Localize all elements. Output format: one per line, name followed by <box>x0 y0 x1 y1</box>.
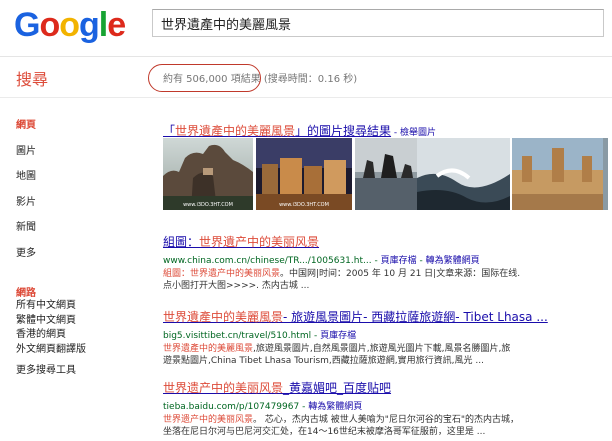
nav-item-4[interactable]: 新聞 <box>16 222 146 248</box>
nav-sub-list: 所有中文網頁 繁體中文網頁 香港的網頁 外文網頁翻譯版 更多搜尋工具 <box>16 299 146 379</box>
nav-item-2[interactable]: 地圖 <box>16 171 146 197</box>
report-images-link[interactable]: - 檢舉圖片 <box>391 128 436 138</box>
result-title-part: - 旅遊風景圖片- 西藏拉薩旅遊網- Tibet Lhasa ... <box>283 310 548 324</box>
result-title-link[interactable]: 組圖：世界遺产中的美丽风景 <box>163 233 608 250</box>
search-time: (搜尋時間：0.16 秒) <box>260 74 358 85</box>
nav-item-3[interactable]: 影片 <box>16 197 146 223</box>
nav-item-5[interactable]: 更多 <box>16 248 146 274</box>
image-title-suffix: 」的圖片搜尋結果 <box>295 124 392 138</box>
snippet-part: 。 芯心，杰内古城 被世人美喻为"尼日尔河谷的宝石"的杰内古城， <box>253 415 520 425</box>
snippet-part: 坐落在尼日尔河与巴尼河交汇处，在14～16世纪末被摩洛哥军征服前，这里是 ... <box>163 427 486 437</box>
result-title-link[interactable]: 世界遗产中的美丽风景_黄嘉媚吧_百度贴吧 <box>163 379 608 396</box>
result-url-line: www.china.com.cn/chinese/TR.../1005631.h… <box>163 256 480 266</box>
result-title-part: 世界遗产中的美丽风景 <box>163 381 284 395</box>
logo-letter: e <box>107 6 126 44</box>
convert-traditional-link[interactable]: 轉為繁體網頁 <box>426 256 480 266</box>
thumbnail-sea-stacks[interactable] <box>355 138 420 210</box>
result-url-line: tieba.baidu.com/p/107479967 - 轉為繁體網頁 <box>163 402 363 412</box>
logo-letter: o <box>39 6 60 44</box>
result-snippet-line: 坐落在尼日尔河与巴尼河交汇处，在14～16世纪末被摩洛哥军征服前，这里是 ... <box>163 426 608 438</box>
thumbnail-waterfall-cliff[interactable] <box>603 138 608 210</box>
result-title-part: _黄嘉媚吧_百度贴吧 <box>283 381 392 395</box>
header-divider <box>0 56 612 57</box>
result-url: big5.visittibet.cn/travel/510.html <box>163 331 312 341</box>
search-result-1: 世界遺產中的美麗風景- 旅遊風景圖片- 西藏拉薩旅遊網- Tibet Lhasa… <box>163 308 608 367</box>
logo-letter: G <box>14 6 40 44</box>
cache-link[interactable]: 頁庫存檔 <box>381 256 417 266</box>
nav-item-1[interactable]: 圖片 <box>16 146 146 172</box>
result-url: tieba.baidu.com/p/107479967 <box>163 402 300 412</box>
snippet-part: 遊景點圖片,China Tibet Lhasa Tourism,西藏拉薩旅遊網,… <box>163 356 484 366</box>
nav-item-0[interactable]: 網頁 <box>16 120 146 146</box>
result-snippet-line: 遊景點圖片,China Tibet Lhasa Tourism,西藏拉薩旅遊網,… <box>163 355 608 367</box>
result-title-part: 組圖： <box>163 235 200 249</box>
logo-letter: o <box>59 6 80 44</box>
nav-sub-heading: 網路 <box>16 288 36 299</box>
result-snippet-line: 点小图打开大图>>>>. 杰内古城 ... <box>163 280 608 292</box>
logo-letter: l <box>98 6 109 44</box>
image-result-title[interactable]: 「世界遺產中的美麗風景」的圖片搜尋結果 <box>163 124 391 138</box>
logo-letter: g <box>79 6 100 44</box>
result-snippet-line: 世界遗产中的美丽风景。 芯心，杰内古城 被世人美喻为"尼日尔河谷的宝石"的杰内古… <box>163 414 608 426</box>
page-title: 搜尋 <box>16 70 49 89</box>
result-title-part: 世界遺产中的美丽风景 <box>199 235 320 249</box>
search-input[interactable] <box>153 10 603 36</box>
thumbnail-night-city[interactable]: www.i3DO.3HT.COM <box>256 138 352 210</box>
snippet-part: 世界遗产中的美丽风景 <box>163 415 254 425</box>
snippet-part: 。中国网|时间：2005 年 10 月 21 日|文章来源：国际在线. <box>280 269 521 279</box>
thumbnail-watermark: www.i3DO.3HT.COM <box>183 202 233 208</box>
result-snippet-line: 組圖：世界遺产中的美丽风景。中国网|时间：2005 年 10 月 21 日|文章… <box>163 268 608 280</box>
result-snippet-line: 世界遺產中的美麗風景,旅遊風景圖片,自然風景圖片,旅遊風光圖片下載,風景名勝圖片… <box>163 343 608 355</box>
nav-sub-item-1[interactable]: 繁體中文網頁 <box>16 314 146 329</box>
image-thumbnail-row: www.i3DO.3HT.COM www.i3DO.3HT.COM <box>163 138 608 210</box>
search-result-2: 世界遗产中的美丽风景_黄嘉媚吧_百度贴吧 tieba.baidu.com/p/10… <box>163 379 608 438</box>
search-box[interactable] <box>152 9 604 37</box>
content-divider <box>0 97 612 98</box>
result-title-part: 世界遺產中的美麗風景 <box>163 310 284 324</box>
cache-link[interactable]: 頁庫存檔 <box>320 331 356 341</box>
thumbnail-watermark: www.i3DO.3HT.COM <box>279 202 329 208</box>
result-url: www.china.com.cn/chinese/TR.../1005631.h… <box>163 256 372 266</box>
nav-sub-item-3[interactable]: 外文網頁翻譯版 <box>16 343 146 358</box>
left-nav: 網頁 圖片 地圖 影片 新聞 更多 <box>16 120 146 273</box>
search-result-0: 組圖：世界遺产中的美丽风景 www.china.com.cn/chinese/TR… <box>163 233 608 292</box>
nav-sub-item-0[interactable]: 所有中文網頁 <box>16 299 146 314</box>
convert-traditional-link[interactable]: 轉為繁體網頁 <box>308 402 362 412</box>
result-url-line: big5.visittibet.cn/travel/510.html - 頁庫存… <box>163 331 357 341</box>
google-logo[interactable]: Google <box>14 6 126 44</box>
snippet-part: 世界遺產中的美麗風景 <box>163 344 254 354</box>
nav-sub-item-4[interactable]: 更多搜尋工具 <box>16 364 146 379</box>
result-title-link[interactable]: 世界遺產中的美麗風景- 旅遊風景圖片- 西藏拉薩旅遊網- Tibet Lhasa… <box>163 308 608 325</box>
image-title-query: 世界遺產中的美麗風景 <box>175 124 296 138</box>
thumbnail-djenne-mosque[interactable] <box>512 138 604 210</box>
snippet-part: 点小图打开大图>>>>. 杰内古城 ... <box>163 281 310 291</box>
image-title-prefix: 「 <box>163 124 176 138</box>
red-circle-annotation <box>148 64 261 92</box>
image-result-header: 「世界遺產中的美麗風景」的圖片搜尋結果 - 檢舉圖片 <box>163 120 436 139</box>
thumbnail-meteora-rocks[interactable]: www.i3DO.3HT.COM <box>163 138 253 210</box>
snippet-part: ,旅遊風景圖片,自然風景圖片,旅遊風光圖片下載,風景名勝圖片,旅 <box>253 344 511 354</box>
thumbnail-ocean-waves[interactable] <box>417 138 510 210</box>
snippet-part: 組圖：世界遺产中的美丽风景 <box>163 269 281 279</box>
nav-sub-item-2[interactable]: 香港的網頁 <box>16 328 146 343</box>
